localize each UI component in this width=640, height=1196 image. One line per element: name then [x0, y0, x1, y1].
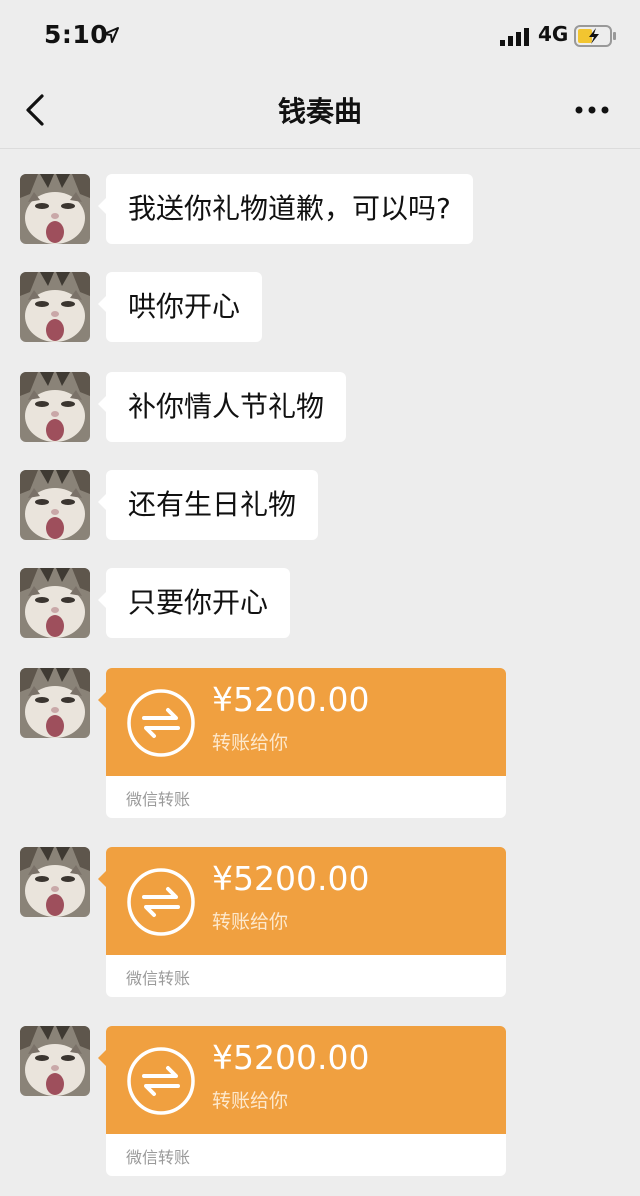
transfer-arrows-icon	[126, 1046, 196, 1116]
avatar[interactable]	[20, 568, 90, 638]
avatar[interactable]	[20, 847, 90, 917]
transfer-arrows-icon	[126, 867, 196, 937]
transfer-card[interactable]: ¥5200.00 转账给你 微信转账	[106, 847, 506, 997]
text-bubble[interactable]: 还有生日礼物	[97, 470, 319, 540]
avatar[interactable]	[20, 668, 90, 738]
nav-bar: 钱奏曲	[0, 72, 640, 149]
transfer-arrows-icon	[126, 688, 196, 758]
transfer-description: 转账给你	[212, 732, 289, 754]
bubble-tail	[98, 1050, 106, 1066]
transfer-card[interactable]: ¥5200.00 转账给你 微信转账	[106, 1026, 506, 1176]
text-bubble[interactable]: 我送你礼物道歉，可以吗?	[98, 174, 473, 244]
chat-area[interactable]: 我送你礼物道歉，可以吗? 哄你开心 补你情人节礼物 还有生日礼物 只要你开心 ¥…	[0, 150, 640, 1196]
status-time: 5:10	[44, 20, 109, 49]
transfer-card-footer: 微信转账	[106, 955, 506, 997]
avatar[interactable]	[20, 372, 90, 442]
battery-charging-icon	[574, 25, 616, 47]
transfer-card-footer: 微信转账	[106, 1134, 506, 1176]
transfer-card[interactable]: ¥5200.00 转账给你 微信转账	[106, 668, 506, 818]
signal-icon	[500, 28, 529, 46]
transfer-description: 转账给你	[212, 1090, 289, 1112]
transfer-card-body: ¥5200.00 转账给你	[106, 1026, 506, 1134]
more-dots-icon[interactable]	[574, 100, 610, 120]
avatar[interactable]	[20, 174, 90, 244]
text-bubble[interactable]: 只要你开心	[97, 568, 291, 638]
transfer-source-label: 微信转账	[126, 969, 191, 988]
bubble-tail	[98, 692, 106, 708]
avatar[interactable]	[20, 1026, 90, 1096]
transfer-amount: ¥5200.00	[212, 1038, 370, 1077]
network-label: 4G	[538, 22, 569, 46]
avatar[interactable]	[20, 470, 90, 540]
text-bubble[interactable]: 哄你开心	[97, 272, 263, 342]
transfer-description: 转账给你	[212, 911, 289, 933]
chat-title: 钱奏曲	[277, 95, 362, 128]
transfer-amount: ¥5200.00	[212, 680, 370, 719]
transfer-card-body: ¥5200.00 转账给你	[106, 847, 506, 955]
bubble-tail	[98, 871, 106, 887]
status-bar: 5:10 4G	[0, 0, 640, 72]
text-bubble[interactable]: 补你情人节礼物	[97, 372, 347, 442]
avatar[interactable]	[20, 272, 90, 342]
location-arrow-icon	[103, 27, 119, 43]
transfer-card-body: ¥5200.00 转账给你	[106, 668, 506, 776]
transfer-source-label: 微信转账	[126, 1148, 191, 1167]
transfer-source-label: 微信转账	[126, 790, 191, 809]
transfer-amount: ¥5200.00	[212, 859, 370, 898]
transfer-card-footer: 微信转账	[106, 776, 506, 818]
